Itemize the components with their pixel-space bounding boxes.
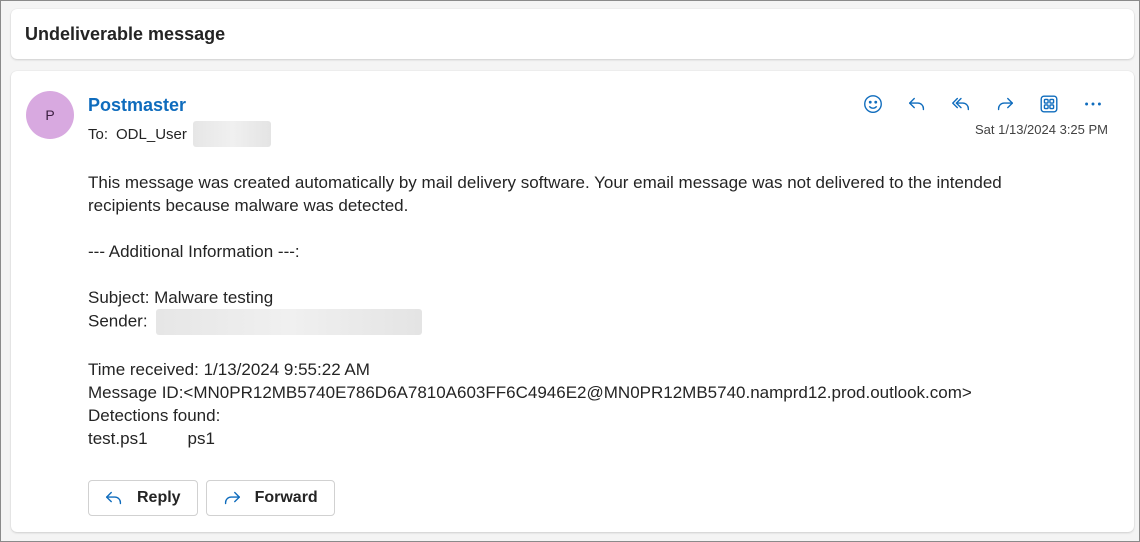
recipient-line: To: ODL_User [88,121,271,147]
to-label: To: [88,125,109,143]
emoji-button[interactable] [858,89,888,119]
reply-icon [908,97,925,111]
redacted-recipient [192,121,271,147]
emoji-icon [864,95,882,113]
body-intro: This message was created automatically b… [88,173,1002,215]
reply-all-icon [952,97,970,111]
more-icon [1085,102,1101,106]
sender-name[interactable]: Postmaster [88,95,186,116]
reply-all-action-button[interactable] [946,89,976,119]
reply-button-label: Reply [137,489,181,506]
message-card: P Postmaster To: ODL_User Sat 1/13/2024 … [11,71,1134,532]
apps-icon [1040,95,1058,113]
message-id: Message ID:<MN0PR12MB5740E786D6A7810A603… [88,383,972,402]
reply-button-group: Reply Forward [88,480,335,516]
forward-button-label: Forward [254,489,318,506]
subject-line: Subject: Malware testing [88,288,274,307]
time-received: Time received: 1/13/2024 9:55:22 AM [88,360,370,379]
forward-button[interactable]: Forward [205,480,335,516]
reply-icon [105,491,122,505]
reply-action-button[interactable] [902,89,932,119]
avatar-initial: P [45,107,55,123]
apps-button[interactable] [1034,89,1064,119]
avatar[interactable]: P [26,91,74,139]
sender-line: Sender: [88,309,1048,335]
sender-label: Sender: [88,311,148,331]
subject-header: Undeliverable message [11,9,1134,59]
additional-info-header: --- Additional Information ---: [88,242,300,261]
detection-type: ps1 [187,429,215,448]
message-timestamp: Sat 1/13/2024 3:25 PM [975,122,1108,137]
reply-button[interactable]: Reply [88,480,198,516]
recipient-name[interactable]: ODL_User [116,126,187,143]
more-options-button[interactable] [1078,89,1108,119]
detection-row: test.ps1 ps1 [88,427,1048,450]
redacted-sender [156,309,423,335]
subject-title: Undeliverable message [25,24,226,44]
forward-action-button[interactable] [990,89,1020,119]
message-actions [858,89,1108,119]
detections-label: Detections found: [88,406,221,425]
forward-icon [997,97,1014,111]
message-body: This message was created automatically b… [88,171,1048,450]
detection-file: test.ps1 [88,429,148,448]
forward-icon [224,491,240,505]
